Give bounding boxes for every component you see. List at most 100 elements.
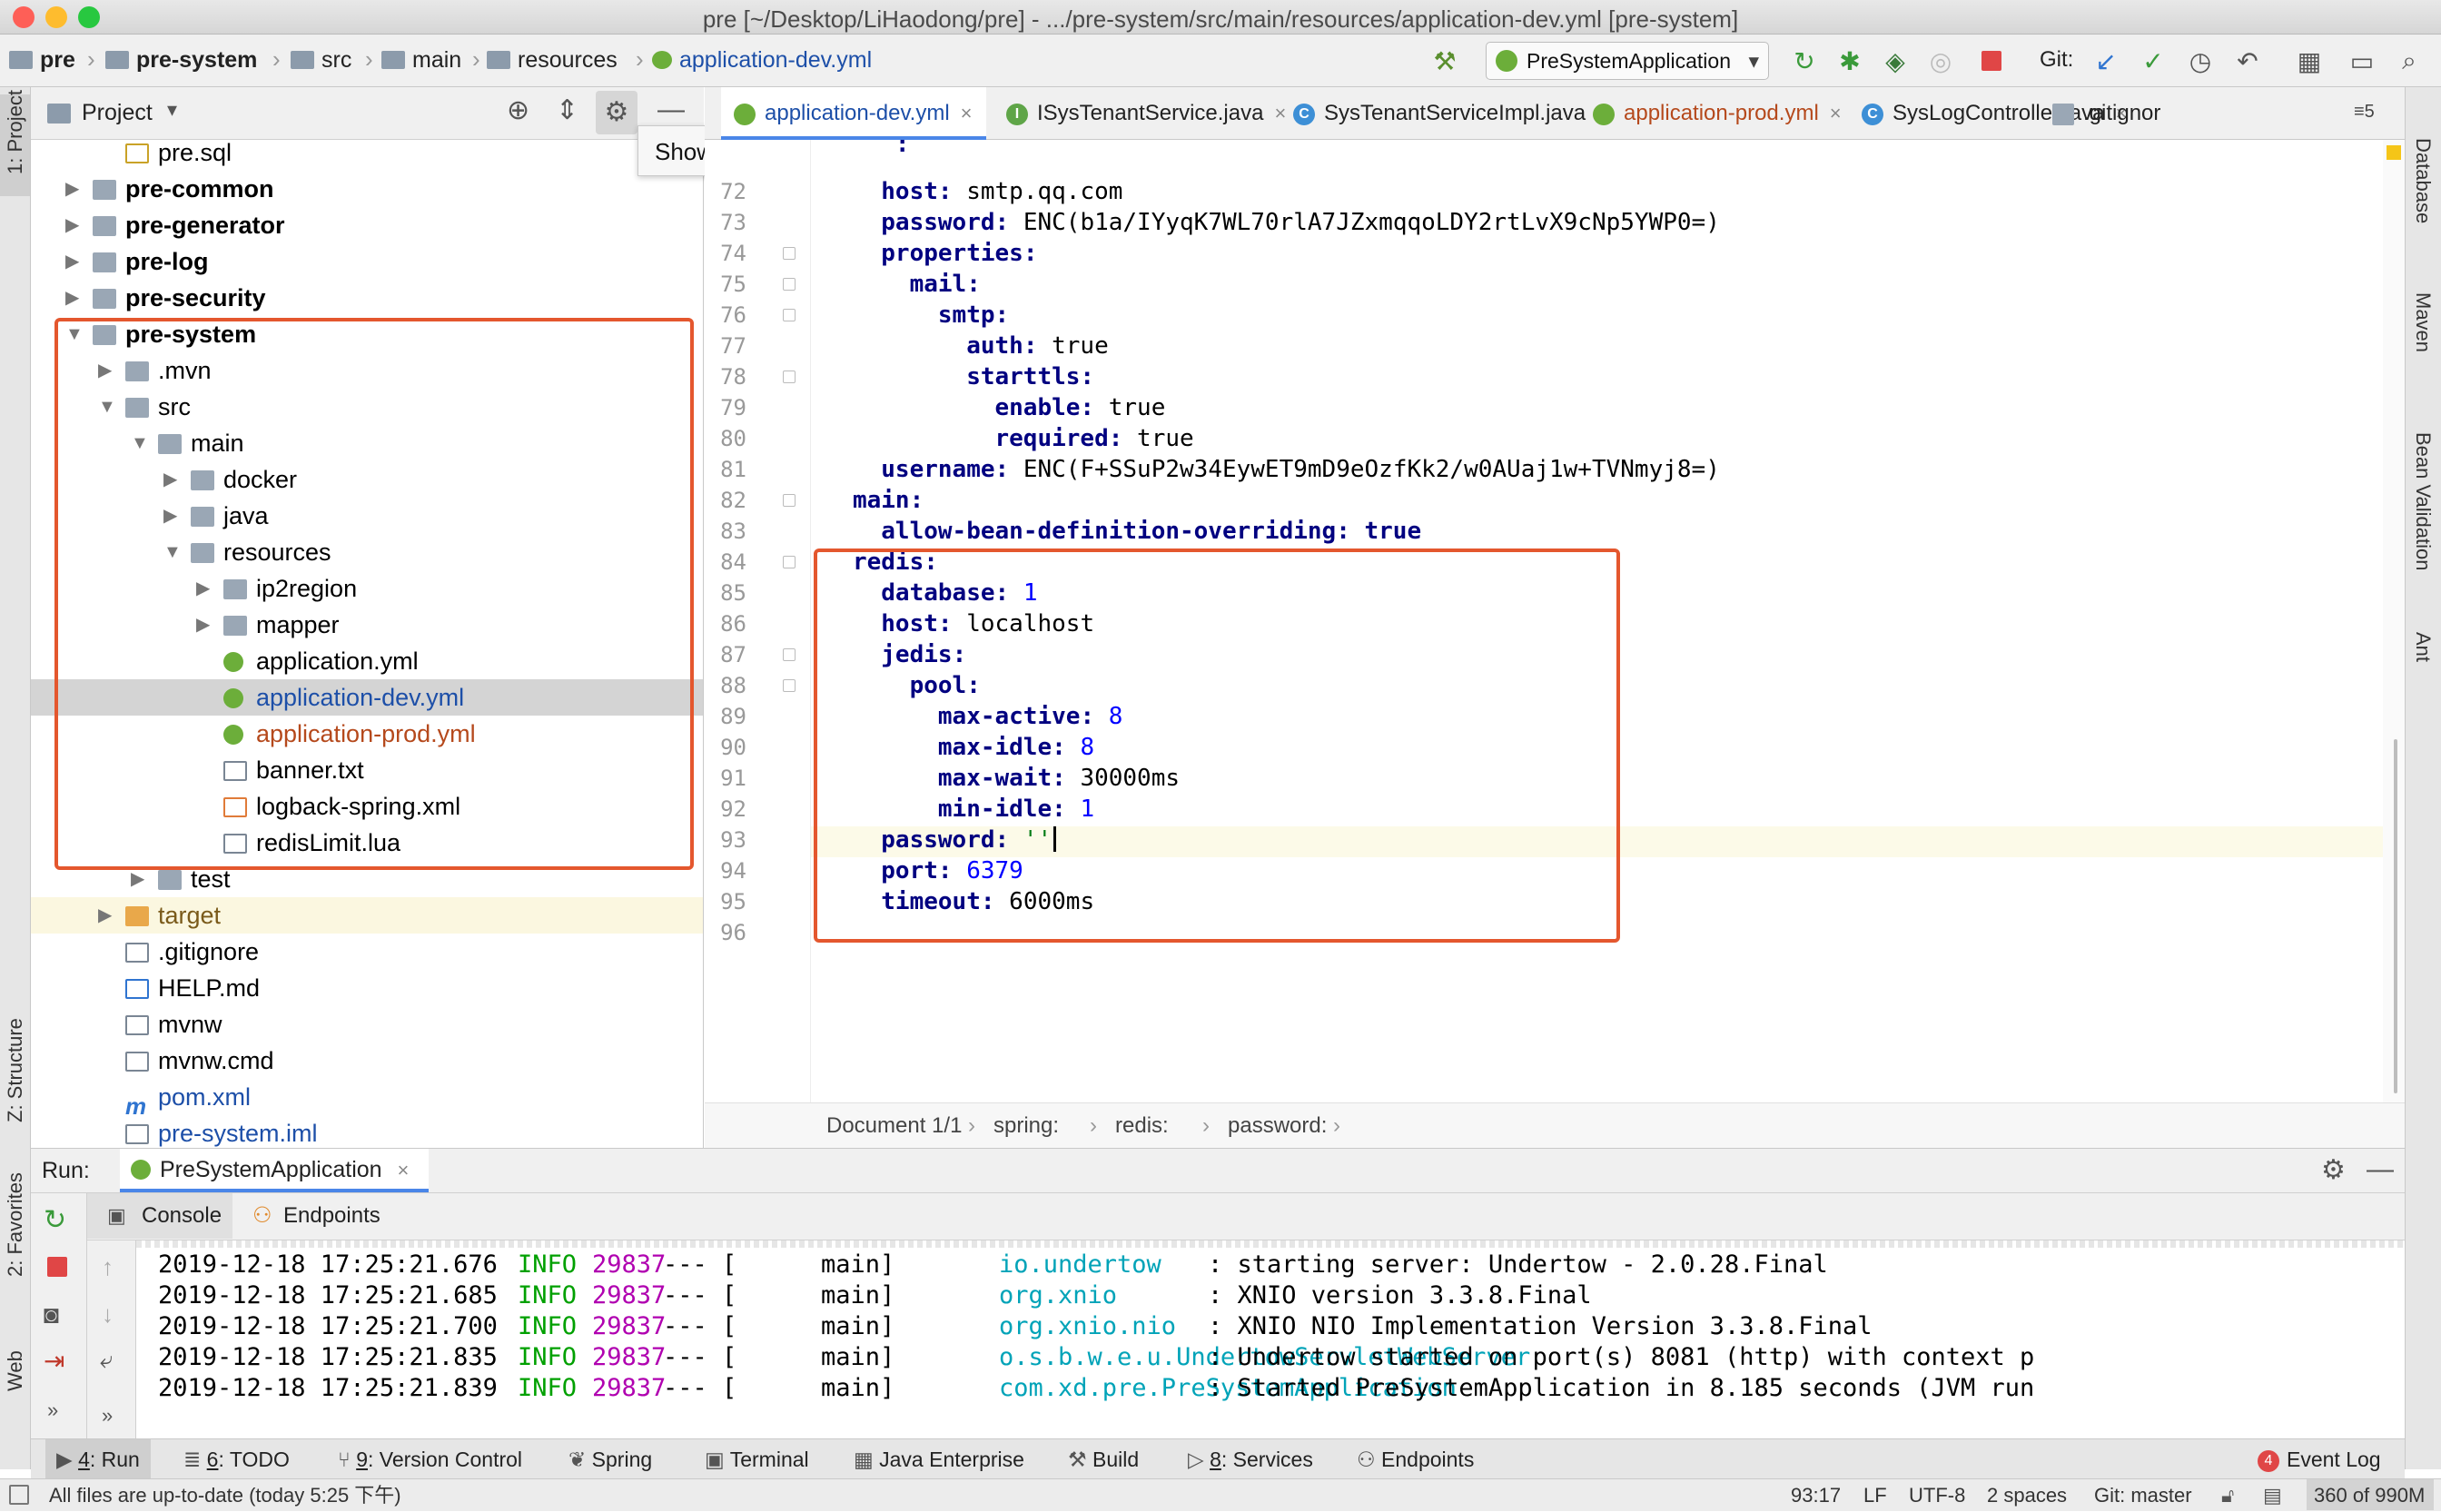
more-icon[interactable]: »	[102, 1404, 113, 1428]
line-separator[interactable]: LF	[1863, 1479, 1887, 1512]
git-rollback-icon[interactable]: ↶	[2232, 45, 2263, 76]
breadcrumb-item[interactable]: resources	[487, 47, 618, 74]
search-icon[interactable]: ⌕	[2394, 45, 2425, 76]
chevron-right-icon[interactable]: ▶	[65, 243, 79, 280]
code-line[interactable]: smtp:	[810, 300, 1009, 331]
code-line[interactable]: host: smtp.qq.com	[810, 176, 1122, 207]
project-panel-title[interactable]: Project	[82, 100, 153, 126]
tool-tab-maven[interactable]: Maven	[2411, 292, 2435, 352]
coverage-shield-icon[interactable]: ◈	[1880, 45, 1911, 76]
breadcrumb-item[interactable]: application-dev.yml	[652, 47, 872, 74]
editor-breadcrumb-item[interactable]: password:	[1228, 1103, 1327, 1149]
gear-icon[interactable]: ⚙	[2321, 1154, 2346, 1186]
tree-item[interactable]: ▶ pre-generator	[31, 207, 703, 243]
stop-icon[interactable]	[47, 1257, 67, 1277]
tree-item[interactable]: ▶ pre-common	[31, 171, 703, 207]
fold-marker-icon[interactable]	[783, 309, 796, 321]
tree-item[interactable]: m pom.xml	[31, 1079, 703, 1118]
editor-tab[interactable]: CSysTenantServiceImpl.java×	[1280, 87, 1608, 140]
editor-tab[interactable]: C SysLogController.java ×	[1849, 87, 2127, 140]
chevron-right-icon[interactable]: ▶	[65, 171, 79, 207]
presentation-icon[interactable]: ▭	[2347, 45, 2377, 76]
gear-icon[interactable]: ⚙	[596, 91, 637, 134]
breadcrumb-item[interactable]: src	[291, 47, 351, 74]
code-line[interactable]: mail:	[810, 269, 981, 300]
debug-bug-icon[interactable]: ✱	[1834, 45, 1865, 76]
fold-marker-icon[interactable]	[783, 247, 796, 260]
code-line[interactable]: main:	[810, 485, 924, 516]
fold-marker-icon[interactable]	[783, 556, 796, 568]
arrow-up-icon[interactable]: ↑	[102, 1253, 114, 1281]
close-icon[interactable]: ×	[961, 102, 973, 124]
breadcrumb-item[interactable]: pre	[9, 47, 75, 74]
editor-tab[interactable]: application-dev.yml ×	[721, 87, 986, 140]
code-line[interactable]: properties:	[810, 238, 1037, 269]
code-line[interactable]: auth: true	[810, 331, 1109, 361]
memory-indicator[interactable]: 360 of 990M	[2307, 1479, 2434, 1510]
fold-marker-icon[interactable]	[783, 278, 796, 291]
fold-marker-icon[interactable]	[783, 494, 796, 507]
tree-item[interactable]: ▶ pre-security	[31, 280, 703, 316]
chevron-down-icon[interactable]: ▾	[167, 98, 177, 122]
tool-tab-web[interactable]: Web	[4, 1350, 27, 1391]
more-icon[interactable]: »	[47, 1398, 58, 1422]
tool-tab-favorites[interactable]: 2: Favorites	[4, 1172, 27, 1277]
close-icon[interactable]: ×	[1830, 102, 1842, 124]
git-branch[interactable]: Git: master	[2094, 1479, 2192, 1512]
caret-position[interactable]: 93:17	[1791, 1479, 1841, 1512]
code-line[interactable]: username: ENC(F+SSuP2w34EywET9mD9eOzfKk2…	[810, 454, 1720, 485]
profiler-icon[interactable]: ◎	[1925, 45, 1956, 76]
tool-window-button[interactable]: ⚒ Build	[1057, 1439, 1150, 1479]
code-line[interactable]: starttls:	[810, 361, 1094, 392]
chevron-right-icon[interactable]: ▶	[65, 280, 79, 316]
code-line[interactable]: password: ENC(b1a/IYyqK7WL70rlA7JZxmqqoL…	[810, 207, 1720, 238]
camera-icon[interactable]: ◙	[44, 1300, 59, 1329]
git-commit-check-icon[interactable]: ✓	[2138, 45, 2169, 76]
tree-item[interactable]: pre.sql	[31, 140, 703, 171]
tab-endpoints[interactable]: ⚇ Endpoints	[252, 1193, 380, 1239]
code-line[interactable]: enable: true	[810, 392, 1166, 423]
arrow-down-icon[interactable]: ↓	[102, 1300, 114, 1329]
locate-target-icon[interactable]: ⊕	[507, 94, 529, 126]
editor-scrollbar[interactable]	[2383, 140, 2405, 1102]
collapse-all-icon[interactable]: ⇕	[556, 94, 578, 126]
git-update-arrow-icon[interactable]: ↙	[2090, 45, 2121, 76]
chevron-right-icon[interactable]: ▶	[98, 897, 112, 934]
fold-marker-icon[interactable]	[783, 679, 796, 692]
console-output[interactable]: 2019-12-18 17:25:21.676 INFO 29837 --- [mai…	[136, 1240, 2405, 1438]
tool-window-button[interactable]: ▶ 4: Run	[45, 1439, 151, 1479]
indent-setting[interactable]: 2 spaces	[1987, 1479, 2067, 1512]
code-line[interactable]: allow-bean-definition-overriding: true	[810, 516, 1421, 547]
tool-window-button[interactable]: ▣ Terminal	[694, 1439, 820, 1479]
project-structure-icon[interactable]: ▦	[2294, 45, 2325, 76]
tree-item[interactable]: mvnw.cmd	[31, 1043, 703, 1079]
tool-window-button[interactable]: ⑂ 9: Version Control	[327, 1439, 533, 1479]
tool-tab-project[interactable]: 1: Project	[4, 90, 27, 174]
rerun-icon[interactable]: ↻	[44, 1204, 66, 1236]
breadcrumb-item[interactable]: pre-system	[105, 47, 257, 74]
scrollbar-thumb[interactable]	[2394, 739, 2397, 1093]
fold-marker-icon[interactable]	[783, 648, 796, 661]
editor-tab[interactable]: I ISysTenantService.java ×	[993, 87, 1286, 140]
tab-overflow-count[interactable]: ≡5	[2354, 102, 2375, 123]
run-config-select[interactable]: PreSystemApplication ▾	[1486, 42, 1769, 80]
stop-icon[interactable]	[1976, 45, 2007, 76]
code-line[interactable]: required: true	[810, 423, 1194, 454]
minimize-panel-icon[interactable]: —	[2367, 1154, 2394, 1185]
tree-item[interactable]: ▶ pre-log	[31, 243, 703, 280]
event-log-button[interactable]: 4 Event Log	[2258, 1439, 2381, 1479]
rerun-icon[interactable]: ↻	[1789, 45, 1820, 76]
minimize-panel-icon[interactable]: —	[657, 94, 685, 125]
tool-tab-database[interactable]: Database	[2411, 138, 2435, 223]
lock-icon[interactable]: 🔓︎	[2221, 1479, 2234, 1512]
tool-window-button[interactable]: ▦ Java Enterprise	[843, 1439, 1035, 1479]
exit-icon[interactable]: ⇥	[44, 1346, 64, 1376]
toggle-tool-windows-icon[interactable]	[9, 1485, 29, 1505]
tool-tab-bean-validation[interactable]: Bean Validation	[2411, 432, 2435, 571]
editor-tab[interactable]: .gitignor	[2040, 87, 2160, 140]
tool-window-button[interactable]: ▷ 8: Services	[1177, 1439, 1324, 1479]
close-icon[interactable]: ×	[398, 1159, 410, 1181]
tool-window-button[interactable]: ≣ 6: TODO	[173, 1439, 301, 1479]
tool-tab-ant[interactable]: Ant	[2411, 632, 2435, 662]
chevron-right-icon[interactable]: ▶	[65, 207, 79, 243]
